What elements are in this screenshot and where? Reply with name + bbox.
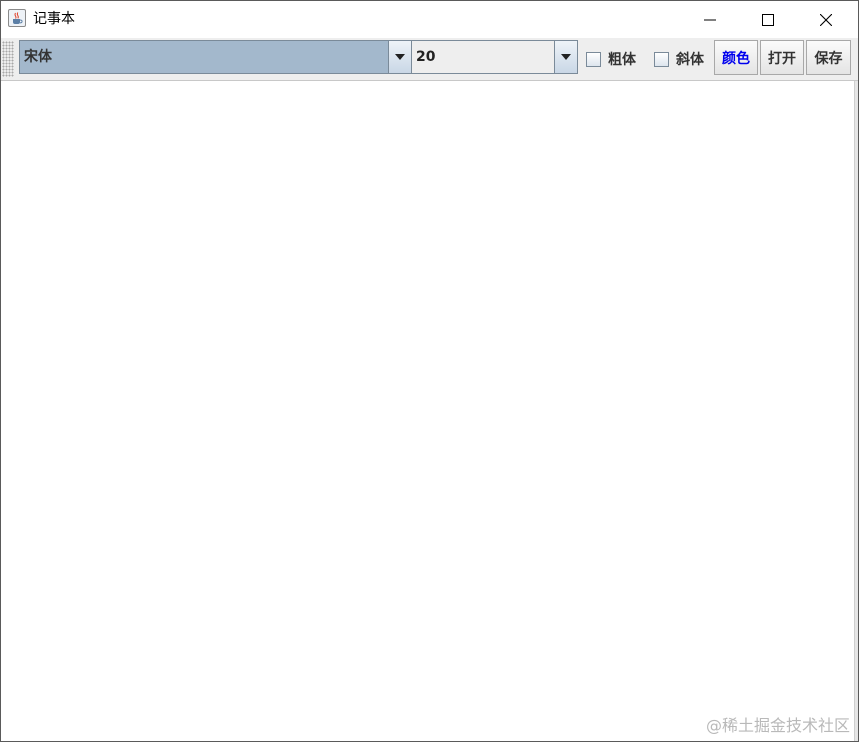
notepad-window: 记事本 宋体 20 粗体 斜体 颜色 打开 保存 @稀土掘金技术社区 bbox=[0, 0, 859, 742]
close-icon bbox=[820, 13, 832, 26]
font-family-value[interactable]: 宋体 bbox=[20, 41, 389, 73]
italic-checkbox-box[interactable] bbox=[654, 51, 669, 67]
toolbar-grip[interactable] bbox=[2, 41, 14, 77]
italic-label: 斜体 bbox=[676, 52, 704, 68]
font-size-value[interactable]: 20 bbox=[412, 41, 555, 73]
minimize-button[interactable] bbox=[681, 1, 739, 38]
italic-checkbox[interactable]: 斜体 bbox=[654, 50, 704, 68]
maximize-button[interactable] bbox=[739, 1, 797, 38]
text-editor[interactable] bbox=[1, 81, 854, 741]
chevron-down-icon bbox=[561, 54, 571, 60]
close-button[interactable] bbox=[797, 1, 855, 38]
bold-checkbox-box[interactable] bbox=[586, 51, 601, 67]
font-size-select[interactable]: 20 bbox=[411, 40, 578, 74]
open-button[interactable]: 打开 bbox=[760, 40, 804, 75]
watermark: @稀土掘金技术社区 bbox=[705, 716, 850, 735]
minimize-icon bbox=[704, 19, 716, 20]
font-family-dropdown-button[interactable] bbox=[388, 41, 411, 73]
chevron-down-icon bbox=[395, 54, 405, 60]
maximize-icon bbox=[762, 13, 774, 26]
font-size-dropdown-button[interactable] bbox=[554, 41, 577, 73]
bold-checkbox[interactable]: 粗体 bbox=[586, 50, 636, 68]
title-bar[interactable]: 记事本 bbox=[1, 1, 858, 38]
java-cup-icon bbox=[8, 9, 26, 27]
save-button[interactable]: 保存 bbox=[806, 40, 851, 75]
font-family-select[interactable]: 宋体 bbox=[19, 40, 412, 74]
toolbar: 宋体 20 粗体 斜体 颜色 打开 保存 bbox=[1, 38, 858, 81]
bold-label: 粗体 bbox=[608, 52, 636, 68]
color-button[interactable]: 颜色 bbox=[714, 40, 758, 75]
editor-scroll-edge bbox=[854, 81, 858, 741]
window-title: 记事本 bbox=[33, 11, 75, 27]
